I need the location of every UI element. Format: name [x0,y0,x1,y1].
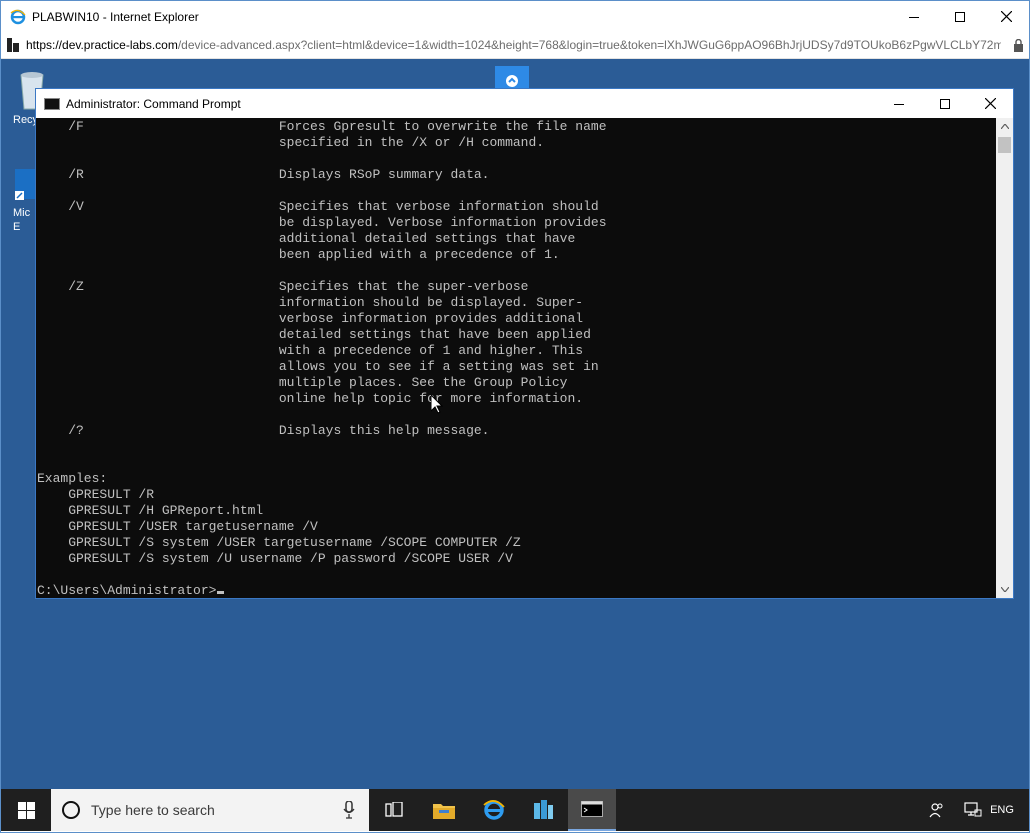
file-explorer-icon [433,804,455,819]
console-line: additional detailed settings that have [37,231,576,246]
console-line: be displayed. Verbose information provid… [37,215,607,230]
console-prompt-line[interactable]: C:\Users\Administrator> [36,583,996,598]
ie-address-bar[interactable]: https://dev.practice-labs.com/device-adv… [1,32,1029,59]
console-line: /? Displays this help message. [37,423,490,438]
close-icon [984,98,996,109]
console-line: /F Forces Gpresult to overwrite the file… [37,119,607,134]
expand-toolbar-icon [506,75,518,87]
people-tray-button[interactable] [923,789,951,831]
search-placeholder: Type here to search [91,802,215,818]
cmd-vertical-scrollbar[interactable] [996,118,1013,598]
scroll-down-arrow-icon[interactable] [996,581,1013,598]
lock-icon[interactable] [1013,38,1024,57]
maximize-icon [940,98,950,109]
text-cursor [217,591,225,594]
console-output: /F Forces Gpresult to overwrite the file… [36,118,996,583]
console-line: allows you to see if a setting was set i… [37,359,599,374]
maximize-icon [955,11,965,22]
cmd-minimize-button[interactable] [876,89,922,118]
command-prompt-window[interactable]: Administrator: Command Prompt /F Forces … [35,88,1014,599]
language-indicator[interactable]: ENG [987,789,1017,831]
console-line: GPRESULT /S system /U username /P passwo… [37,551,513,566]
minimize-icon [909,16,919,18]
search-icon [61,800,81,820]
cmd-maximize-button[interactable] [922,89,968,118]
console-line: /Z Specifies that the super-verbose [37,279,529,294]
file-explorer-taskbar-button[interactable] [420,789,468,831]
internet-explorer-icon [10,9,26,25]
start-button[interactable] [1,789,51,831]
internet-explorer-icon [483,800,505,820]
taskbar: Type here to search ENG [1,789,1029,831]
network-icon [964,802,982,817]
network-tray-button[interactable] [959,789,987,831]
console-prompt: C:\Users\Administrator> [37,583,217,598]
ie-window-title: PLABWIN10 - Internet Explorer [32,9,199,24]
command-prompt-icon [44,97,60,110]
scroll-thumb[interactable] [998,137,1011,153]
task-view-button[interactable] [370,789,418,831]
language-label: ENG [990,804,1014,816]
cmd-close-button[interactable] [967,89,1013,118]
scroll-up-arrow-icon[interactable] [996,118,1013,135]
console-line: information should be displayed. Super- [37,295,584,310]
command-prompt-taskbar-button[interactable] [568,789,616,831]
console-line: Examples: [37,471,108,486]
console-line: with a precedence of 1 and higher. This [37,343,584,358]
internet-explorer-taskbar-button[interactable] [470,789,518,831]
cmd-window-title: Administrator: Command Prompt [66,96,241,111]
console-line: GPRESULT /R [37,487,155,502]
ie-titlebar: PLABWIN10 - Internet Explorer [1,1,1029,32]
console-line: /R Displays RSoP summary data. [37,167,490,182]
server-manager-taskbar-button[interactable] [519,789,567,831]
close-icon [1000,11,1012,22]
console-line: verbose information provides additional [37,311,584,326]
address-url[interactable]: https://dev.practice-labs.com/device-adv… [26,38,1001,52]
ie-maximize-button[interactable] [937,1,983,32]
console-line: specified in the /X or /H command. [37,135,545,150]
windows-logo-icon [17,801,35,819]
console-line: been applied with a precedence of 1. [37,247,560,262]
console-line: GPRESULT /H GPReport.html [37,503,264,518]
task-view-icon [385,802,403,817]
people-icon [929,803,943,818]
minimize-icon [894,103,904,105]
ie-close-button[interactable] [983,1,1029,32]
console-line: /V Specifies that verbose information sh… [37,199,599,214]
site-favicon-icon [7,38,20,52]
console-line: multiple places. See the Group Policy [37,375,568,390]
mouse-pointer-icon [430,393,444,419]
server-manager-icon [534,800,553,819]
console-line: GPRESULT /S system /USER targetusername … [37,535,521,550]
console-line: online help topic for more information. [37,391,584,406]
microphone-icon[interactable] [343,800,355,824]
cmd-titlebar[interactable]: Administrator: Command Prompt [36,89,1013,118]
console-line: detailed settings that have been applied [37,327,591,342]
taskbar-search-box[interactable]: Type here to search [51,789,369,831]
cmd-console[interactable]: /F Forces Gpresult to overwrite the file… [36,118,996,598]
console-line: GPRESULT /USER targetusername /V [37,519,318,534]
ie-minimize-button[interactable] [891,1,937,32]
command-prompt-icon [581,801,603,817]
